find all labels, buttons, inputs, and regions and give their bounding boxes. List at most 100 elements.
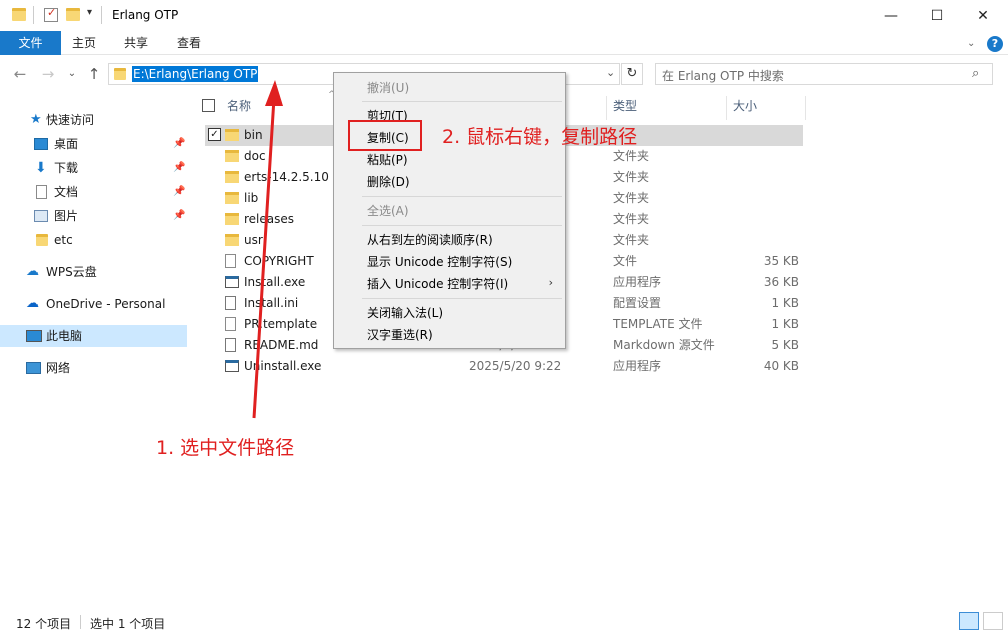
nav-pictures[interactable]: 图片 📌	[0, 205, 187, 227]
folder-icon	[225, 171, 239, 183]
nav-label: WPS云盘	[46, 265, 97, 279]
folder-icon	[225, 129, 239, 141]
file-icon	[225, 254, 236, 268]
nav-desktop[interactable]: 桌面 📌	[0, 133, 187, 155]
help-icon[interactable]: ?	[987, 36, 1003, 52]
highlight-box	[348, 120, 422, 151]
star-icon: ★	[30, 112, 42, 127]
minimize-button[interactable]: —	[868, 0, 914, 31]
document-icon	[36, 185, 47, 199]
expand-ribbon-icon[interactable]: ⌄	[967, 38, 975, 49]
customize-qa-icon[interactable]: ▾	[87, 7, 92, 18]
column-size[interactable]: 大小	[733, 96, 757, 116]
file-size: 40 KB	[763, 359, 799, 373]
nav-quick-access[interactable]: ★ 快速访问	[0, 109, 187, 131]
context-menu: 撤消(U) 剪切(T) 复制(C) 粘贴(P) 删除(D) 全选(A) 从右到左…	[333, 72, 566, 349]
file-type: 文件夹	[613, 191, 650, 205]
search-placeholder: 在 Erlang OTP 中搜索	[662, 69, 784, 83]
menu-reconvert[interactable]: 汉字重选(R)	[367, 325, 433, 345]
pin-icon: 📌	[173, 162, 186, 173]
nav-etc[interactable]: etc	[0, 229, 187, 251]
file-type: 文件	[613, 254, 638, 268]
new-folder-icon[interactable]	[66, 8, 80, 21]
exe-icon	[225, 360, 239, 372]
nav-label: 下载	[54, 161, 79, 175]
annotation-step1: 1. 选中文件路径	[156, 437, 295, 459]
folder-icon	[225, 150, 239, 162]
nav-this-pc[interactable]: 此电脑	[0, 325, 187, 347]
menu-separator	[362, 225, 562, 226]
nav-label: 此电脑	[46, 329, 83, 343]
file-size: 1 KB	[771, 296, 799, 310]
menu-insert-unicode[interactable]: 插入 Unicode 控制字符(I)	[367, 274, 508, 294]
nav-wps-cloud[interactable]: ☁ WPS云盘	[0, 261, 187, 283]
file-date: 2025/5/20 9:22	[469, 359, 562, 373]
file-type: 应用程序	[613, 275, 662, 289]
menu-rtl-reading[interactable]: 从右到左的阅读顺序(R)	[367, 230, 493, 250]
back-button[interactable]: ←	[10, 64, 30, 84]
file-type: Markdown 源文件	[613, 338, 715, 352]
maximize-button[interactable]: ☐	[914, 0, 960, 31]
tab-share[interactable]: 共享	[114, 31, 158, 55]
up-button[interactable]: ↑	[84, 64, 104, 84]
file-size: 35 KB	[763, 254, 799, 268]
menu-paste[interactable]: 粘贴(P)	[367, 150, 408, 170]
menu-separator	[362, 196, 562, 197]
annotation-step2: 2. 鼠标右键，复制路径	[442, 126, 638, 148]
select-all-checkbox[interactable]	[202, 99, 215, 112]
details-view-icon[interactable]	[959, 612, 979, 630]
address-dropdown-icon[interactable]: ⌄	[606, 66, 615, 79]
file-size: 1 KB	[771, 317, 799, 331]
pin-icon: 📌	[173, 210, 186, 221]
submenu-arrow-icon: ›	[548, 276, 553, 289]
nav-network[interactable]: 网络	[0, 357, 187, 379]
file-type: 应用程序	[613, 359, 662, 373]
file-type: 文件夹	[613, 212, 650, 226]
computer-icon	[26, 330, 42, 342]
column-divider[interactable]	[805, 96, 806, 120]
onedrive-icon: ☁	[26, 296, 39, 311]
desktop-icon	[34, 138, 48, 150]
file-type: 文件夹	[613, 149, 650, 163]
tab-home[interactable]: 主页	[62, 31, 106, 55]
md-icon	[225, 338, 236, 352]
pin-icon: 📌	[173, 186, 186, 197]
file-row[interactable]: Uninstall.exe 2025/5/20 9:22 应用程序 40 KB	[205, 356, 803, 377]
search-icon[interactable]: ⌕	[972, 66, 979, 81]
divider	[33, 6, 34, 24]
recent-locations-icon[interactable]: ⌄	[62, 64, 82, 84]
column-divider[interactable]	[606, 96, 607, 120]
menu-separator	[362, 298, 562, 299]
tab-file[interactable]: 文件	[0, 31, 61, 55]
row-checkbox[interactable]: ✓	[208, 128, 221, 141]
status-item-count: 12 个项目	[16, 617, 72, 631]
folder-icon	[12, 8, 26, 21]
network-icon	[26, 362, 41, 374]
menu-close-ime[interactable]: 关闭输入法(L)	[367, 303, 443, 323]
download-icon: ⬇	[35, 160, 47, 176]
file-type: 文件夹	[613, 170, 650, 184]
window-title: Erlang OTP	[112, 8, 179, 22]
pin-icon: 📌	[173, 138, 186, 149]
nav-label: etc	[54, 233, 73, 247]
properties-icon[interactable]: ✓	[44, 6, 58, 22]
menu-delete[interactable]: 删除(D)	[367, 172, 410, 192]
nav-label: 文档	[54, 185, 79, 199]
folder-icon	[225, 192, 239, 204]
file-icon	[225, 317, 236, 331]
refresh-icon[interactable]: ↻	[621, 63, 643, 85]
forward-button[interactable]: →	[38, 64, 58, 84]
menu-select-all[interactable]: 全选(A)	[367, 201, 409, 221]
menu-undo[interactable]: 撤消(U)	[367, 78, 409, 98]
divider	[80, 615, 81, 629]
nav-onedrive[interactable]: ☁ OneDrive - Personal	[0, 293, 187, 315]
tab-view[interactable]: 查看	[167, 31, 211, 55]
close-button[interactable]: ✕	[960, 0, 1006, 31]
column-type[interactable]: 类型	[613, 96, 637, 116]
large-icons-view-icon[interactable]	[983, 612, 1003, 630]
menu-show-unicode[interactable]: 显示 Unicode 控制字符(S)	[367, 252, 512, 272]
column-divider[interactable]	[726, 96, 727, 120]
folder-icon	[36, 234, 48, 246]
nav-downloads[interactable]: ⬇ 下载 📌	[0, 157, 187, 179]
nav-documents[interactable]: 文档 📌	[0, 181, 187, 203]
